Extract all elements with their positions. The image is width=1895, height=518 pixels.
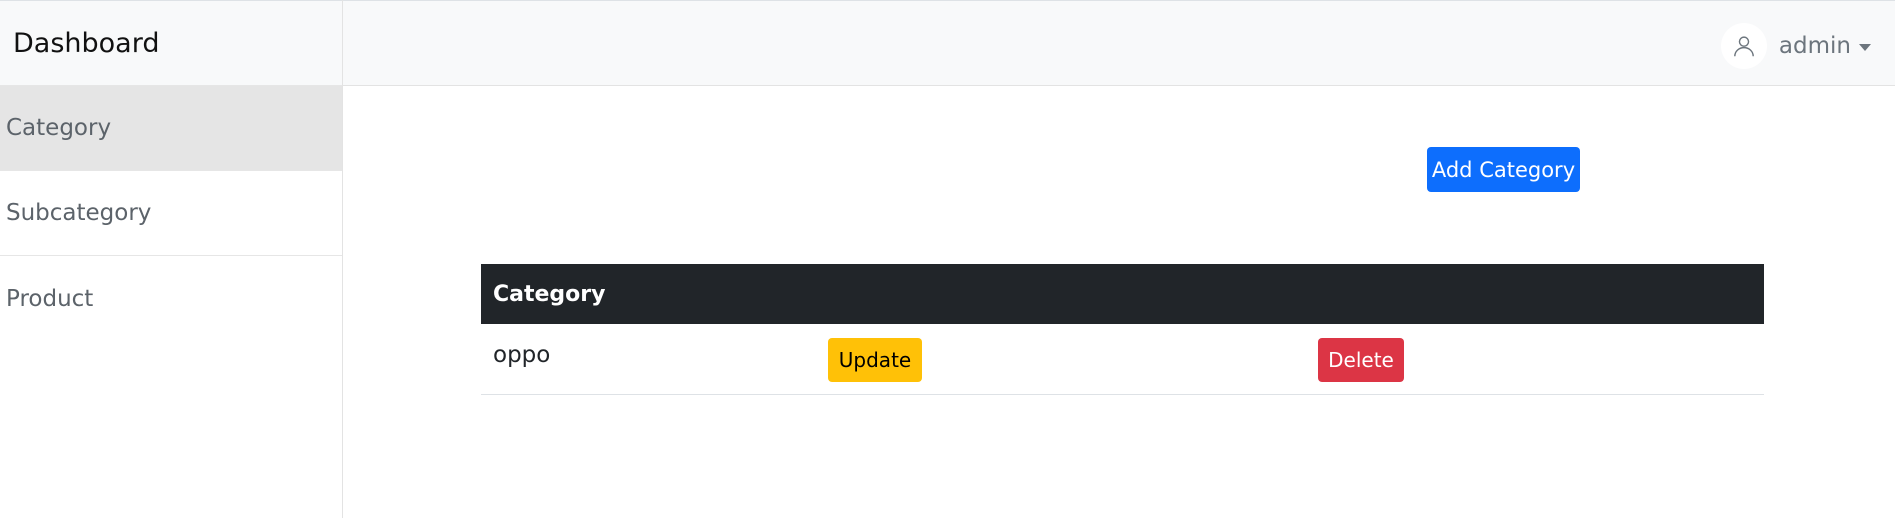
user-name: admin [1778,33,1851,59]
user-avatar-icon [1720,23,1767,69]
top-navbar: admin [343,0,1895,86]
sidebar-item-label: Category [6,115,112,141]
sidebar: Dashboard Category Subcategory Product [0,0,343,518]
column-header-category: Category [493,281,606,307]
category-name-cell: oppo [493,342,551,368]
user-menu-dropdown[interactable]: admin [1720,23,1871,69]
sidebar-item-label: Product [6,285,94,312]
sidebar-brand[interactable]: Dashboard [0,0,342,86]
sidebar-item-subcategory[interactable]: Subcategory [0,171,342,256]
sidebar-item-product[interactable]: Product [0,256,342,341]
sidebar-item-category[interactable]: Category [0,86,342,171]
update-button[interactable]: Update [828,338,922,382]
sidebar-item-label: Subcategory [6,200,152,226]
add-category-button[interactable]: Add Category [1427,147,1580,192]
caret-down-icon [1859,43,1871,51]
table-row: oppo [481,324,1764,395]
table-header: Category [481,264,1764,324]
delete-button[interactable]: Delete [1318,338,1404,382]
